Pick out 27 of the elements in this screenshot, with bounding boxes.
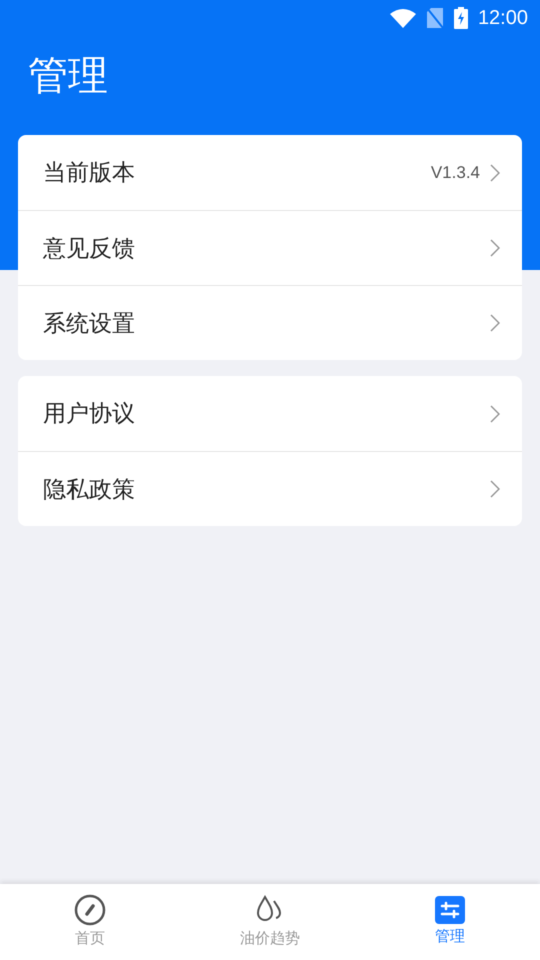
sliders-icon <box>435 896 465 924</box>
settings-row[interactable]: 用户协议 <box>18 376 522 451</box>
row-label: 系统设置 <box>43 308 136 338</box>
row-label: 当前版本 <box>43 158 136 188</box>
settings-row[interactable]: 意见反馈 <box>18 210 522 285</box>
chevron-icon <box>490 314 500 332</box>
battery-icon <box>454 7 468 29</box>
nav-tab[interactable]: 管理 <box>360 884 540 960</box>
nav-label: 管理 <box>435 926 465 947</box>
page-title: 管理 <box>28 56 109 96</box>
settings-row[interactable]: 隐私政策 <box>18 451 522 526</box>
settings-row[interactable]: 当前版本 V1.3.4 <box>18 135 522 210</box>
status-time: 12:00 <box>478 6 528 31</box>
wifi-icon <box>390 8 416 28</box>
row-label: 意见反馈 <box>43 234 136 263</box>
nav-label: 首页 <box>75 928 105 949</box>
compass-icon <box>74 894 106 926</box>
chevron-icon <box>490 239 500 257</box>
chevron-icon <box>490 164 500 182</box>
chevron-icon <box>490 404 500 422</box>
sim-off-icon <box>426 7 444 29</box>
nav-label: 油价趋势 <box>240 928 300 949</box>
row-label: 用户协议 <box>43 399 136 428</box>
row-label: 隐私政策 <box>43 474 136 504</box>
row-value: V1.3.4 <box>430 162 480 184</box>
chevron-icon <box>490 480 500 498</box>
settings-row[interactable]: 系统设置 <box>18 285 522 360</box>
